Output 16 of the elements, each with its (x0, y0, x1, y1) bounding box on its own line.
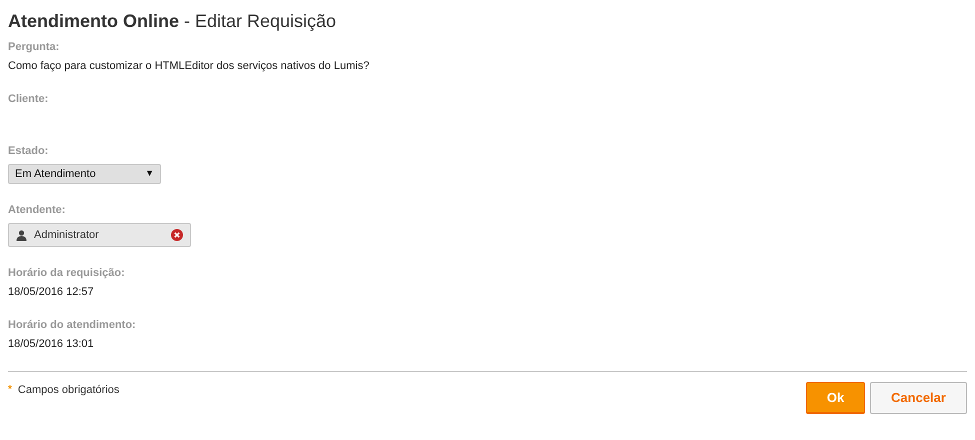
field-value: Como faço para customizar o HTMLEditor dos serviços nativos do Lumis? (8, 60, 370, 73)
field-label: Horário do atendimento: (8, 319, 137, 332)
field-value: 18/05/2016 13:01 (8, 338, 95, 351)
page-title: Atendimento Online - Editar Requisição (8, 10, 338, 33)
required-note: Campos obrigatórios (18, 383, 120, 398)
field-value: 18/05/2016 12:57 (8, 286, 95, 299)
required-mark: * (8, 383, 12, 397)
field-label: Atendente: (8, 204, 66, 217)
status-select[interactable]: Em Atendimento ▼ (8, 164, 161, 184)
remove-icon[interactable] (171, 229, 183, 241)
field-label: Cliente: (8, 93, 50, 106)
user-icon (16, 230, 27, 240)
user-field[interactable]: Administrator (8, 223, 191, 247)
field-label: Horário da requisição: (8, 267, 126, 280)
field-label: Estado: (8, 145, 50, 158)
field-label: Pergunta: (8, 41, 60, 54)
